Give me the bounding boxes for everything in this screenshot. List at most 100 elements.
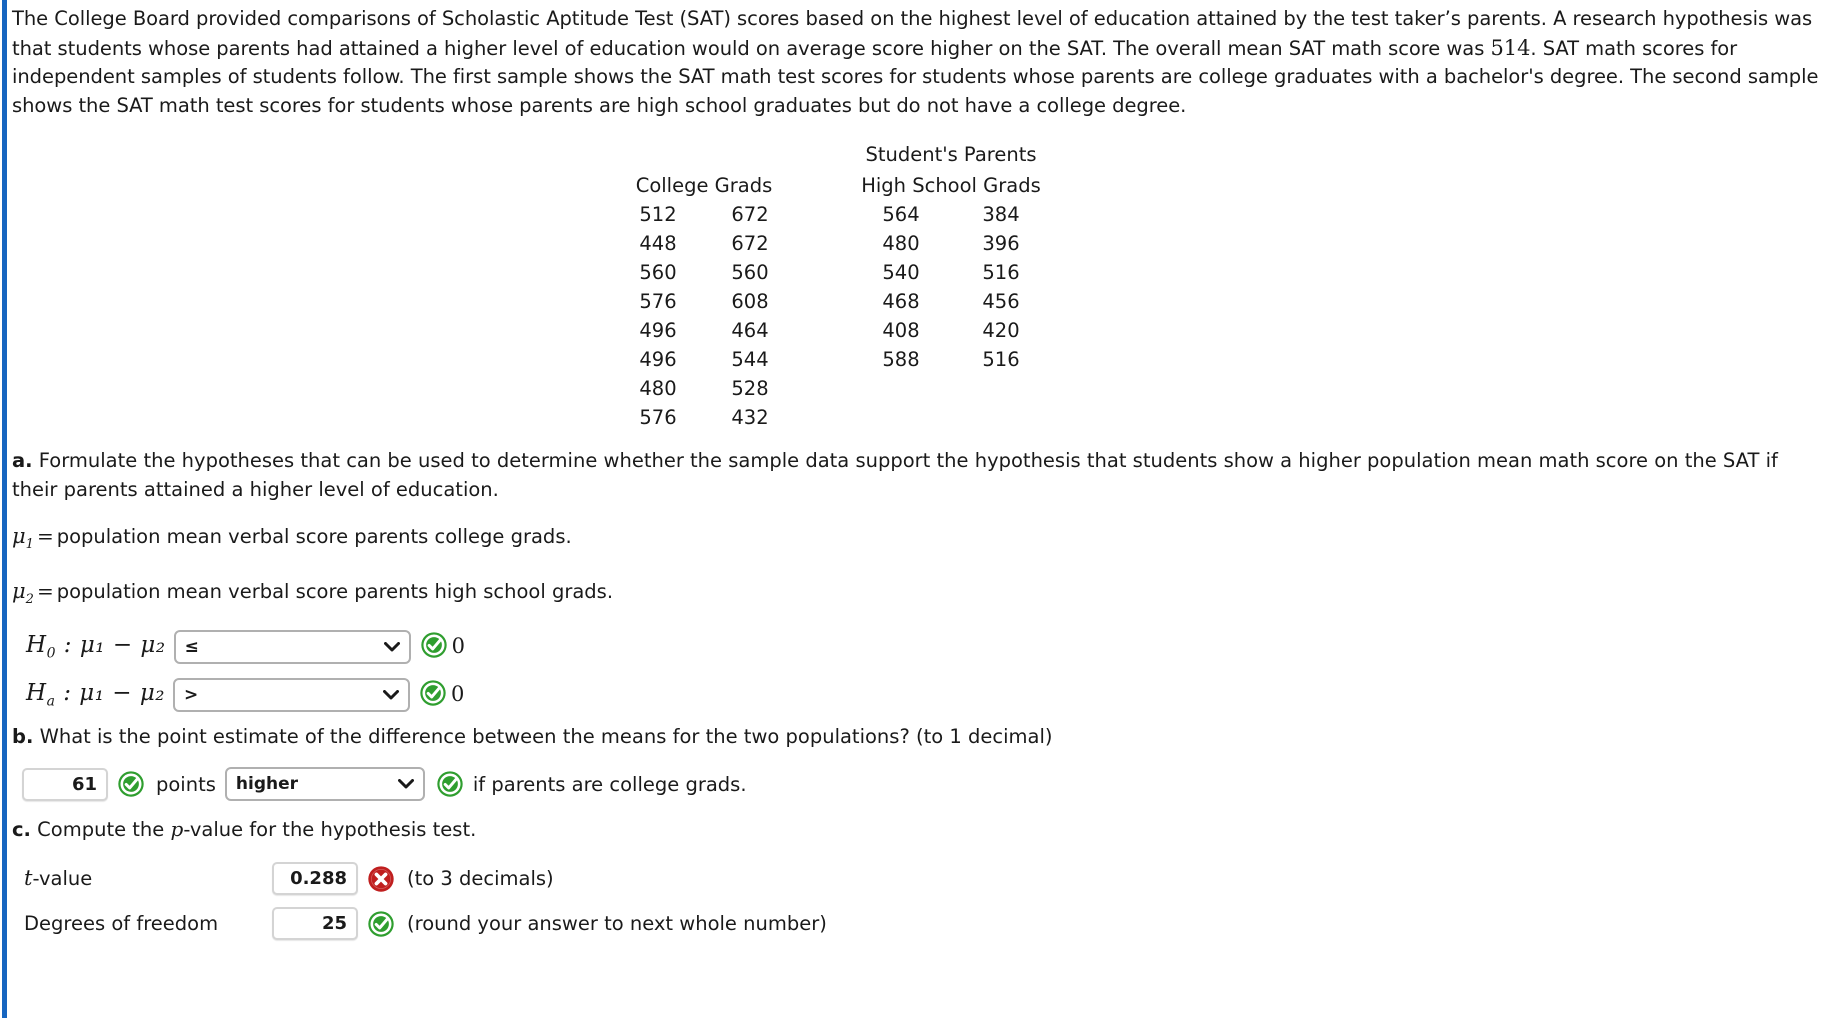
cell-college-grads: 608	[731, 289, 769, 313]
cell-college-grads: 560	[639, 260, 677, 284]
part-b-answer-row: points higher if parents are college gra…	[22, 767, 1828, 802]
cell-high-school-grads: 384	[982, 202, 1020, 226]
h0-expression: : μ₁ − μ₂	[55, 632, 166, 659]
mu2-definition: μ2 = population mean verbal score parents …	[12, 577, 1828, 614]
cell-high-school-grads: 420	[982, 318, 1020, 342]
cell-high-school-grads: 408	[882, 318, 920, 342]
point-estimate-input[interactable]	[22, 767, 108, 801]
part-a-label: a.	[12, 449, 33, 472]
alternative-hypothesis-row: Ha : μ₁ − μ₂ > 0	[26, 678, 1828, 713]
t-value-label: t-value	[12, 868, 272, 889]
cell-college-grads: 576	[639, 405, 677, 429]
mu1-subscript: 1	[25, 537, 34, 553]
table-row: 496 544 588 516	[612, 345, 1051, 374]
table-row: 560 560 540 516	[612, 258, 1051, 287]
x-circle-icon	[368, 866, 394, 892]
cell-high-school-grads: 456	[982, 289, 1020, 313]
degrees-of-freedom-status	[358, 910, 395, 938]
cell-high-school-grads	[951, 403, 1051, 432]
table-row: 512 672 564 384	[612, 200, 1051, 229]
part-a-prompt-text: Formulate the hypotheses that can be use…	[12, 449, 1778, 501]
degrees-of-freedom-input[interactable]	[272, 907, 358, 941]
left-accent-rule	[2, 0, 7, 1018]
part-c-prompt-after: -value for the hypothesis test.	[183, 818, 477, 842]
table-row: 576 432	[612, 403, 1051, 432]
null-hypothesis-operator-wrapper: ≤	[173, 630, 411, 665]
cell-college-grads: 496	[639, 347, 677, 371]
t-value-note: (to 3 decimals)	[407, 867, 554, 891]
cell-high-school-grads: 468	[882, 289, 920, 313]
sat-data-table: Student's Parents College Grads High Sch…	[612, 142, 1051, 432]
p-symbol: p	[170, 817, 184, 842]
h0-letter: H	[26, 632, 47, 659]
ha-letter: H	[26, 680, 47, 707]
h0-right-hand-value: 0	[451, 634, 465, 659]
group-header-students-parents: Student's Parents	[865, 142, 1037, 166]
sat-data-table-wrapper: Student's Parents College Grads High Sch…	[12, 142, 1828, 432]
degrees-of-freedom-note: (round your answer to next whole number)	[407, 912, 827, 936]
part-c-prompt-before: Compute the	[37, 818, 171, 842]
cell-high-school-grads: 564	[882, 202, 920, 226]
part-a-prompt: a. Formulate the hypotheses that can be …	[12, 446, 1824, 504]
column-header-college-grads: College Grads	[635, 173, 773, 197]
ha-right-hand-value: 0	[451, 682, 465, 707]
part-b-prompt: b. What is the point estimate of the dif…	[12, 722, 1824, 751]
check-circle-icon	[420, 632, 447, 659]
table-column-header-row: College Grads High School Grads	[612, 171, 1051, 200]
cell-college-grads: 528	[731, 376, 769, 400]
cell-college-grads: 496	[639, 318, 677, 342]
mu2-description: population mean verbal score parents hig…	[56, 580, 614, 604]
degrees-of-freedom-label: Degrees of freedom	[12, 913, 272, 934]
cell-college-grads: 576	[639, 289, 677, 313]
mu2-equals: =	[36, 579, 54, 604]
cell-high-school-grads: 516	[982, 347, 1020, 371]
cell-college-grads: 672	[731, 202, 769, 226]
table-row: 480 528	[612, 374, 1051, 403]
alternative-hypothesis-operator-select[interactable]: >	[173, 678, 411, 713]
check-circle-icon	[420, 680, 446, 707]
table-row: 576 608 468 456	[612, 287, 1051, 316]
cell-high-school-grads: 540	[882, 260, 920, 284]
mu1-definition: μ1 = population mean verbal score parents …	[12, 522, 1828, 559]
null-hypothesis-operator-select[interactable]: ≤	[173, 630, 411, 665]
alternative-hypothesis-label: Ha : μ₁ − μ₂	[26, 682, 165, 709]
cell-college-grads: 560	[731, 260, 769, 284]
points-label: points	[156, 772, 216, 796]
cell-college-grads: 512	[639, 202, 677, 226]
table-row: 448 672 480 396	[612, 229, 1051, 258]
degrees-of-freedom-label-text: Degrees of freedom	[24, 912, 219, 936]
part-b-prompt-text: What is the point estimate of the differ…	[39, 725, 1053, 749]
page-content: The College Board provided comparisons o…	[12, 0, 1828, 941]
t-value-input[interactable]	[272, 862, 358, 896]
cell-college-grads: 480	[639, 376, 677, 400]
mu1-description: population mean verbal score parents col…	[56, 525, 572, 548]
direction-select[interactable]: higher	[224, 767, 425, 802]
mu1-symbol: μ1	[12, 524, 34, 553]
h0-subscript: 0	[46, 645, 56, 662]
table-row: 496 464 408 420	[612, 316, 1051, 345]
cell-high-school-grads: 516	[982, 260, 1020, 284]
part-b-trailing-text: if parents are college grads.	[472, 772, 747, 796]
table-group-header-row: Student's Parents	[612, 142, 1051, 171]
part-c-prompt: c. Compute the p-value for the hypothesi…	[12, 815, 1824, 844]
cell-college-grads: 464	[731, 318, 769, 342]
problem-statement: The College Board provided comparisons o…	[12, 5, 1824, 120]
mu2-symbol: μ2	[12, 579, 34, 608]
cell-college-grads: 672	[731, 231, 769, 255]
cell-high-school-grads: 480	[882, 231, 920, 255]
null-hypothesis-row: H0 : μ₁ − μ₂ ≤ 0	[26, 630, 1828, 665]
part-c-label: c.	[12, 818, 31, 842]
ha-expression: : μ₁ − μ₂	[55, 680, 166, 707]
alternative-hypothesis-status: 0	[419, 678, 464, 707]
cell-college-grads: 544	[731, 347, 769, 371]
null-hypothesis-label: H0 : μ₁ − μ₂	[26, 634, 166, 661]
cell-high-school-grads	[951, 374, 1051, 403]
cell-high-school-grads: 588	[882, 347, 920, 371]
check-circle-icon	[118, 771, 144, 798]
part-b-label: b.	[12, 725, 34, 749]
cell-high-school-grads	[851, 374, 951, 403]
mu2-subscript: 2	[25, 592, 34, 608]
null-hypothesis-status: 0	[420, 630, 465, 659]
t-value-input-cell	[272, 862, 358, 896]
column-header-high-school-grads: High School Grads	[861, 173, 1041, 197]
